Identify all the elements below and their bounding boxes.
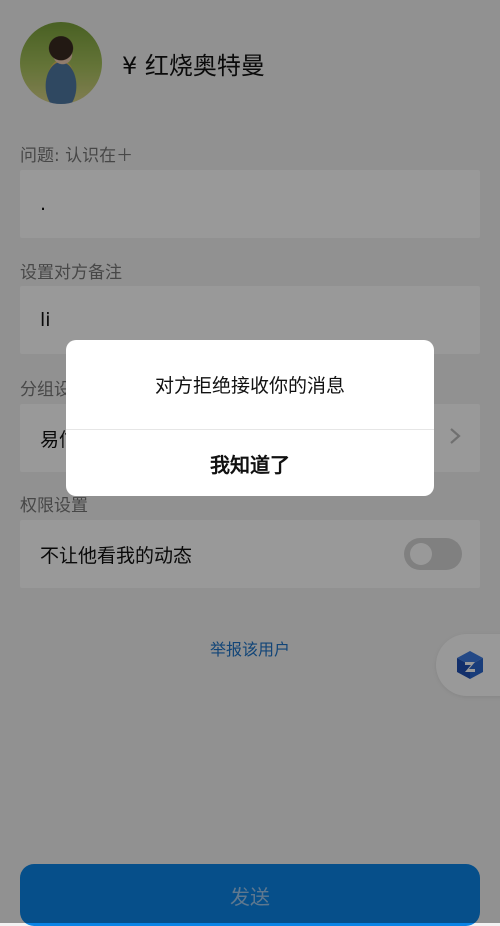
dialog-message: 对方拒绝接收你的消息 [154,375,345,397]
alert-dialog: 对方拒绝接收你的消息 我知道了 [66,340,434,496]
dialog-ok-button[interactable]: 我知道了 [66,430,434,496]
